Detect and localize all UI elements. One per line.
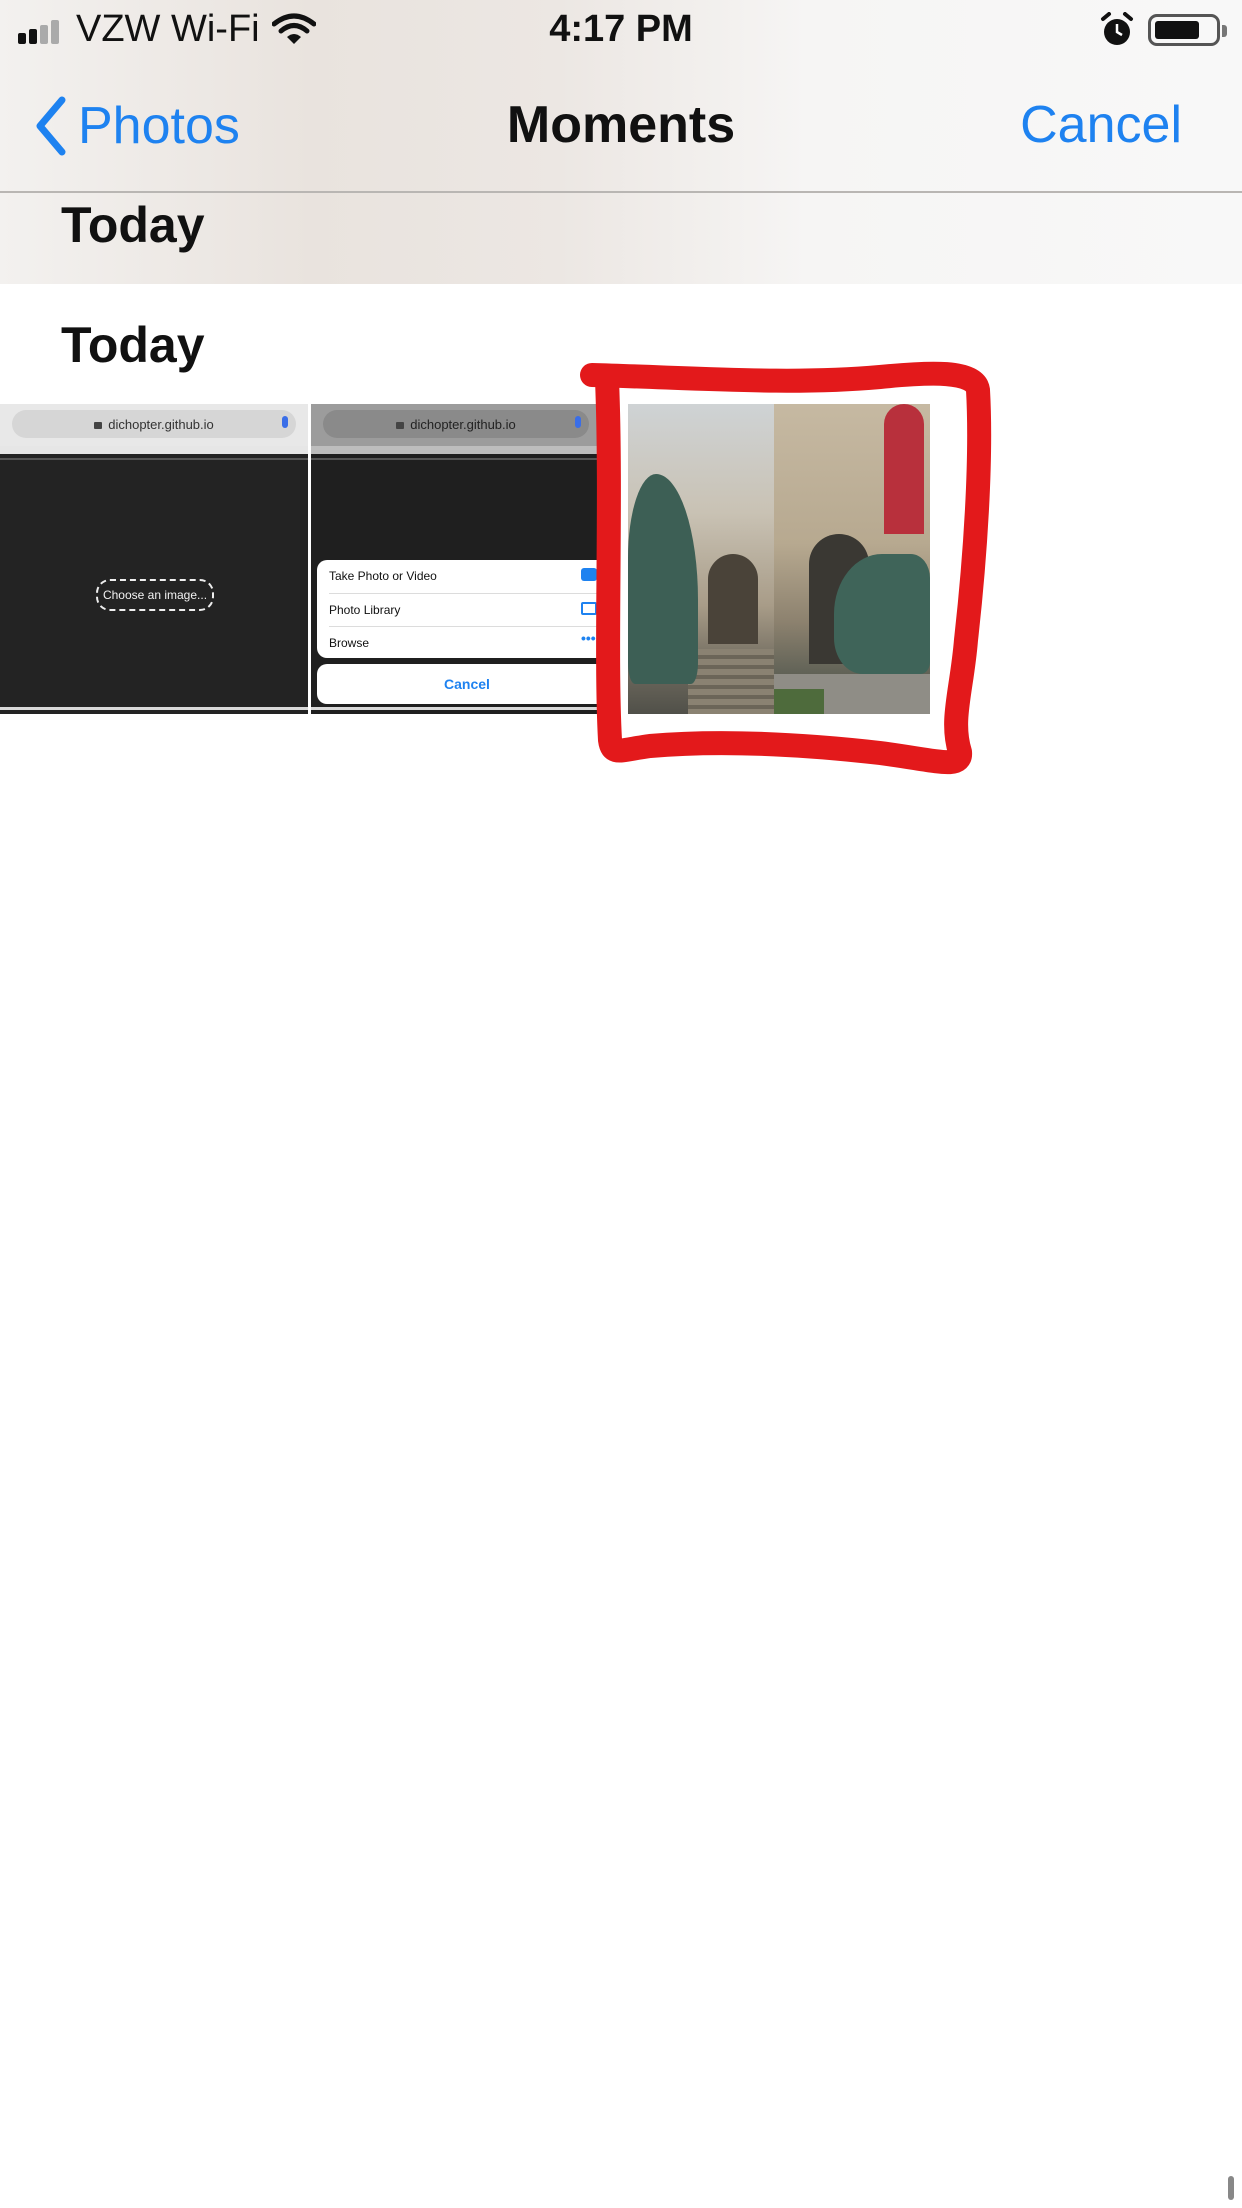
lion-photo-left (628, 404, 774, 714)
url-bar: dichopter.github.io (311, 404, 601, 446)
mic-icon (282, 416, 288, 428)
sticky-section-header: Today (61, 197, 205, 253)
sheet-cancel: Cancel (317, 664, 601, 704)
choose-image-button: Choose an image... (96, 579, 214, 611)
url-text: dichopter.github.io (410, 416, 516, 432)
sheet-option: Take Photo or Video (329, 560, 599, 592)
status-time: 4:17 PM (549, 8, 693, 50)
lock-icon (396, 421, 405, 429)
status-bar: VZW Wi-Fi 4:17 PM (0, 0, 1242, 62)
url-text: dichopter.github.io (108, 416, 214, 432)
lock-icon (94, 421, 103, 429)
sheet-option: Photo Library (329, 593, 599, 626)
alarm-icon (1101, 12, 1133, 45)
photo-thumbnail-lions[interactable] (628, 404, 930, 714)
cancel-button[interactable]: Cancel (1020, 95, 1182, 155)
camera-icon (581, 568, 597, 581)
url-bar: dichopter.github.io (0, 404, 308, 446)
photo-thumbnail[interactable]: dichopter.github.io Take Photo or Video … (311, 404, 601, 714)
scroll-indicator (1228, 2176, 1234, 2200)
sheet-option: Browse ••• (329, 626, 599, 659)
action-sheet: Take Photo or Video Photo Library Browse… (317, 560, 601, 658)
more-icon: ••• (581, 630, 596, 646)
section-header: Today (61, 317, 205, 373)
nav-divider (0, 191, 1242, 193)
battery-icon (1148, 14, 1227, 46)
photo-thumbnail[interactable]: dichopter.github.io Choose an image... (0, 404, 308, 714)
lion-photo-right (774, 404, 930, 714)
photo-library-icon (581, 602, 597, 615)
mic-icon (575, 416, 581, 428)
